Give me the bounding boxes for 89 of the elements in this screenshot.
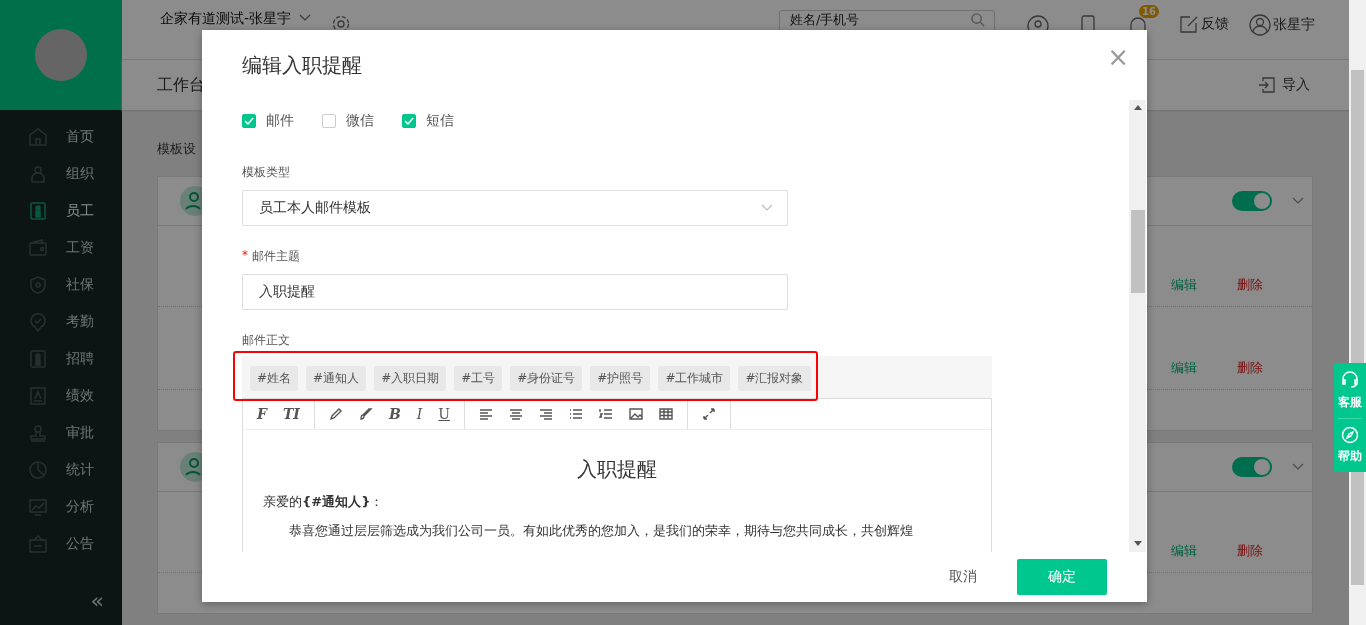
collapse-button[interactable]: « — [90, 587, 104, 613]
feedback-link[interactable]: 反馈 — [1179, 14, 1229, 34]
pencil-icon[interactable] — [328, 407, 343, 421]
variable-tag[interactable]: #入职日期 — [374, 366, 447, 391]
sidebar-item[interactable]: 审批 — [0, 414, 122, 451]
sidebar-item[interactable]: 工资 — [0, 229, 122, 266]
format-button[interactable]: F — [257, 406, 267, 422]
import-icon — [1258, 76, 1276, 94]
wallet-icon — [28, 237, 48, 258]
chevron-down-icon — [761, 204, 773, 212]
close-button[interactable]: × — [1107, 44, 1129, 70]
brush-icon[interactable] — [358, 407, 373, 421]
variable-tag[interactable]: #通知人 — [306, 366, 367, 391]
variable-tag[interactable]: #姓名 — [250, 366, 299, 391]
sidebar-item[interactable]: 考勤 — [0, 303, 122, 340]
format-button[interactable]: I — [416, 406, 423, 422]
align-right-icon[interactable] — [539, 407, 554, 421]
home-icon — [28, 126, 48, 147]
align-left-icon[interactable] — [479, 407, 494, 421]
board-icon — [28, 533, 48, 554]
sidebar-item[interactable]: 招聘 — [0, 340, 122, 377]
pin-icon — [28, 311, 48, 332]
edit-icon — [1179, 14, 1199, 34]
avatar-icon — [34, 28, 88, 82]
chevron-down-icon[interactable] — [1292, 197, 1304, 205]
body-paragraph: 恭喜您通过层层筛选成为我们公司一员。有如此优秀的您加入，是我们的荣幸，期待与您共同成长，共创辉煌 — [288, 522, 914, 540]
shield-icon — [28, 274, 48, 295]
search-icon — [971, 13, 985, 27]
format-button[interactable]: U — [438, 406, 451, 422]
field-label: 模板类型 — [242, 164, 291, 181]
chevron-down-icon[interactable] — [299, 14, 312, 22]
checkbox[interactable] — [242, 114, 256, 128]
delete-link[interactable]: 删除 — [1237, 359, 1263, 377]
headset-icon — [1340, 370, 1360, 390]
sidebar-item[interactable]: 首页 — [0, 118, 122, 155]
user-menu[interactable]: 张星宇 — [1249, 14, 1315, 36]
dialog-title: 编辑入职提醒 — [242, 52, 363, 79]
image-icon[interactable] — [629, 407, 644, 421]
sidebar-item[interactable]: 公告 — [0, 525, 122, 562]
align-center-icon[interactable] — [509, 407, 524, 421]
format-button[interactable]: TI — [282, 406, 300, 422]
table-icon[interactable] — [659, 407, 674, 421]
import-button[interactable]: 导入 — [1258, 76, 1310, 94]
variable-tag[interactable]: #护照号 — [590, 366, 651, 391]
variable-tag[interactable]: #工作城市 — [658, 366, 731, 391]
scrollbar[interactable] — [1129, 100, 1146, 552]
template-type-select[interactable]: 员工本人邮件模板 — [242, 190, 788, 226]
sidebar-item[interactable]: 绩效 — [0, 377, 122, 414]
variable-tag[interactable]: #身份证号 — [510, 366, 583, 391]
toggle-switch[interactable] — [1232, 191, 1272, 211]
notification-badge: 16 — [1139, 5, 1159, 18]
sidebar-item[interactable]: 员工 — [0, 192, 122, 229]
required-mark: * — [242, 248, 248, 264]
delete-link[interactable]: 删除 — [1237, 276, 1263, 294]
sidebar-item[interactable]: 统计 — [0, 451, 122, 488]
channel-checkbox[interactable]: 邮件 — [242, 112, 294, 130]
toggle-switch[interactable] — [1232, 457, 1272, 477]
company-name[interactable]: 企家有道测试-张星宇 — [160, 10, 292, 26]
subject-input[interactable]: 入职提醒 — [242, 274, 788, 310]
greeting-text: 亲爱的{#通知人}： — [263, 493, 385, 511]
page-title: 工作台 — [157, 74, 206, 96]
numbers-icon[interactable] — [599, 407, 614, 421]
section-title: 模板设 — [157, 140, 197, 158]
checkbox[interactable] — [402, 114, 416, 128]
stamp-icon — [28, 422, 48, 443]
screen-icon — [28, 496, 48, 517]
format-button[interactable]: B — [388, 406, 401, 422]
doc-icon — [28, 385, 48, 406]
pie-icon — [28, 459, 48, 480]
sidebar-item[interactable]: 组织 — [0, 155, 122, 192]
variable-tag[interactable]: #工号 — [454, 366, 503, 391]
people-icon — [28, 163, 48, 184]
bullets-icon[interactable] — [569, 407, 584, 421]
staff-icon — [28, 200, 48, 221]
channel-checkbox[interactable]: 短信 — [402, 112, 454, 130]
fullscreen-icon[interactable] — [702, 407, 717, 421]
staff-icon — [28, 348, 48, 369]
checkbox[interactable] — [322, 114, 336, 128]
sidebar-item[interactable]: 社保 — [0, 266, 122, 303]
document-heading: 入职提醒 — [576, 456, 658, 483]
sidebar-item[interactable]: 分析 — [0, 488, 122, 525]
field-label: 邮件正文 — [242, 332, 291, 349]
compass-icon — [1341, 426, 1359, 444]
channel-checkbox[interactable]: 微信 — [322, 112, 374, 130]
variable-tag[interactable]: #汇报对象 — [738, 366, 811, 391]
chevron-down-icon[interactable] — [1292, 463, 1304, 471]
field-label: 邮件主题 — [252, 248, 300, 265]
user-icon — [1249, 14, 1271, 36]
delete-link[interactable]: 删除 — [1237, 542, 1263, 560]
